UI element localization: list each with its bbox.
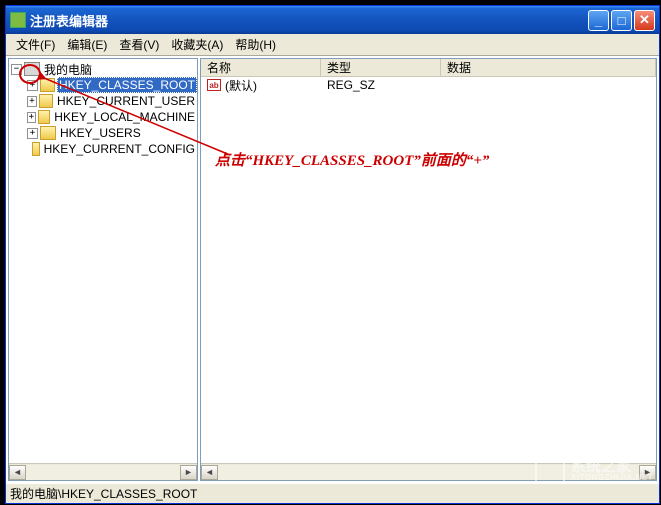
menu-edit[interactable]: 编辑(E) <box>61 34 113 55</box>
statusbar: 我的电脑\HKEY_CLASSES_ROOT <box>6 483 659 503</box>
tree-root-row[interactable]: − 我的电脑 <box>11 61 197 77</box>
expand-icon[interactable]: + <box>27 128 38 139</box>
tree-node-hklm[interactable]: + HKEY_LOCAL_MACHINE <box>11 109 197 125</box>
column-type[interactable]: 类型 <box>321 59 441 76</box>
window-controls: _ □ ✕ <box>588 10 659 31</box>
tree-pane: − 我的电脑 + HKEY_CLASSES_ROOT + HKEY_CURREN… <box>8 58 198 481</box>
expand-icon[interactable]: + <box>27 112 36 123</box>
tree-node-hkcr[interactable]: + HKEY_CLASSES_ROOT <box>11 77 197 93</box>
folder-icon <box>38 110 51 124</box>
scroll-track[interactable] <box>218 465 639 480</box>
folder-icon <box>32 142 40 156</box>
list-body[interactable]: ab (默认) REG_SZ <box>201 77 656 463</box>
scroll-left-button[interactable]: ◄ <box>9 465 26 480</box>
scroll-track[interactable] <box>26 465 180 480</box>
tree-node-label[interactable]: HKEY_LOCAL_MACHINE <box>52 110 197 124</box>
menu-file[interactable]: 文件(F) <box>10 34 61 55</box>
menubar: 文件(F) 编辑(E) 查看(V) 收藏夹(A) 帮助(H) <box>6 34 659 56</box>
minimize-button[interactable]: _ <box>588 10 609 31</box>
menu-favorites[interactable]: 收藏夹(A) <box>165 34 229 55</box>
cell-type: REG_SZ <box>321 78 441 92</box>
tree-view[interactable]: − 我的电脑 + HKEY_CLASSES_ROOT + HKEY_CURREN… <box>9 59 197 463</box>
column-data[interactable]: 数据 <box>441 59 656 76</box>
regedit-window: 注册表编辑器 _ □ ✕ 文件(F) 编辑(E) 查看(V) 收藏夹(A) 帮助… <box>5 5 660 504</box>
scroll-left-button[interactable]: ◄ <box>201 465 218 480</box>
computer-icon <box>24 62 40 76</box>
folder-icon <box>39 94 53 108</box>
menu-help[interactable]: 帮助(H) <box>229 34 282 55</box>
menu-view[interactable]: 查看(V) <box>113 34 165 55</box>
collapse-icon[interactable]: − <box>11 64 22 75</box>
tree-node-hku[interactable]: + HKEY_USERS <box>11 125 197 141</box>
tree-node-hkcc[interactable]: HKEY_CURRENT_CONFIG <box>11 141 197 157</box>
tree-node-label[interactable]: HKEY_CLASSES_ROOT <box>57 77 197 93</box>
window-title: 注册表编辑器 <box>30 11 108 30</box>
folder-icon <box>40 126 56 140</box>
column-name[interactable]: 名称 <box>201 59 321 76</box>
tree-node-hkcu[interactable]: + HKEY_CURRENT_USER <box>11 93 197 109</box>
titlebar[interactable]: 注册表编辑器 _ □ ✕ <box>6 6 659 34</box>
client-area: − 我的电脑 + HKEY_CLASSES_ROOT + HKEY_CURREN… <box>6 56 659 483</box>
cell-name[interactable]: ab (默认) <box>201 77 321 94</box>
scroll-right-button[interactable]: ► <box>180 465 197 480</box>
tree-hscrollbar[interactable]: ◄ ► <box>9 463 197 480</box>
close-button[interactable]: ✕ <box>634 10 655 31</box>
tree-node-label[interactable]: HKEY_CURRENT_CONFIG <box>42 142 197 156</box>
list-row[interactable]: ab (默认) REG_SZ <box>201 77 656 93</box>
tree-node-label[interactable]: HKEY_USERS <box>58 126 143 140</box>
scroll-right-button[interactable]: ► <box>639 465 656 480</box>
expand-icon[interactable]: + <box>27 96 37 107</box>
list-pane: 名称 类型 数据 ab (默认) REG_SZ ◄ ► <box>200 58 657 481</box>
status-path: 我的电脑\HKEY_CLASSES_ROOT <box>10 485 197 502</box>
folder-icon <box>40 78 55 92</box>
string-value-icon: ab <box>207 79 221 91</box>
list-hscrollbar[interactable]: ◄ ► <box>201 463 656 480</box>
value-name: (默认) <box>225 77 257 94</box>
maximize-button[interactable]: □ <box>611 10 632 31</box>
list-header: 名称 类型 数据 <box>201 59 656 77</box>
expand-icon[interactable]: + <box>27 80 38 91</box>
tree-root-label[interactable]: 我的电脑 <box>42 61 94 78</box>
tree-node-label[interactable]: HKEY_CURRENT_USER <box>55 94 197 108</box>
app-icon <box>10 12 26 28</box>
